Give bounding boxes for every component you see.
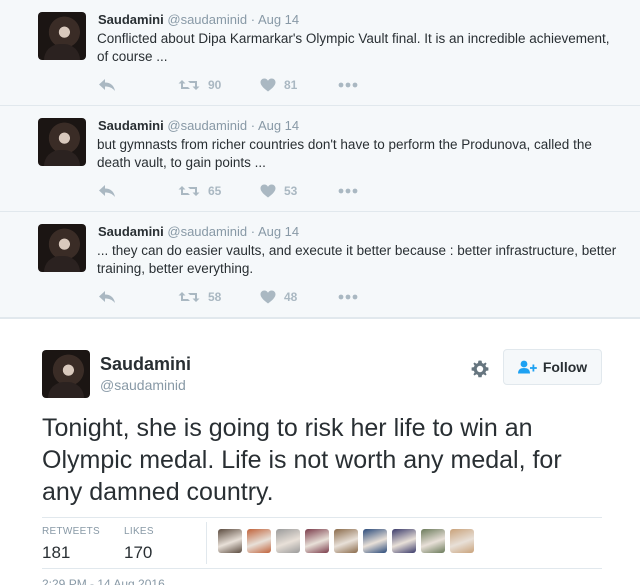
reply-icon [99,185,115,197]
reply-button[interactable] [98,182,116,200]
author-name[interactable]: Saudamini [98,224,164,239]
retweets-stat[interactable]: RETWEETS 181 [42,526,100,563]
author-name[interactable]: Saudamini [98,12,164,27]
more-button[interactable] [338,182,358,200]
liker-avatar[interactable] [450,529,474,553]
heart-icon [260,290,276,304]
heart-icon [260,78,276,92]
heart-icon [260,184,276,198]
reply-button[interactable] [98,288,116,306]
liker-avatar[interactable] [392,529,416,553]
like-count: 48 [284,290,298,304]
retweet-count: 90 [208,78,222,92]
retweet-icon [178,292,200,302]
tweet-header: Saudamini @saudaminid · Aug 14 [98,224,299,239]
tweet-text: ... they can do easier vaults, and execu… [97,243,617,276]
more-button[interactable] [338,288,358,306]
retweets-label: RETWEETS [42,526,100,537]
gear-icon[interactable] [470,359,490,379]
tweet-date[interactable]: Aug 14 [258,118,299,133]
retweet-button[interactable]: 65 [178,182,221,200]
tweet[interactable]: Saudamini @saudaminid · Aug 14 Conflicte… [0,0,640,106]
tweet[interactable]: Saudamini @saudaminid · Aug 14 ... they … [0,212,640,318]
author-name[interactable]: Saudamini [100,354,191,375]
more-dots-icon [338,82,358,88]
tweet-date[interactable]: Aug 14 [258,12,299,27]
tweet-text: but gymnasts from richer countries don't… [97,137,592,170]
tweet-timestamp[interactable]: 2:29 PM - 14 Aug 2016 [42,577,165,585]
liker-avatar[interactable] [276,529,300,553]
liker-avatar[interactable] [334,529,358,553]
author-handle[interactable]: @saudaminid [100,377,186,393]
like-button[interactable]: 53 [260,182,297,200]
conversation-thread: Saudamini @saudaminid · Aug 14 Conflicte… [0,0,640,318]
add-user-icon [517,360,537,374]
liker-avatar[interactable] [247,529,271,553]
avatar[interactable] [38,118,86,166]
like-button[interactable]: 81 [260,76,297,94]
liker-avatar[interactable] [363,529,387,553]
stats-divider [206,522,207,564]
retweet-icon [178,186,200,196]
reply-icon [99,79,115,91]
likes-stat[interactable]: LIKES 170 [124,526,154,563]
reply-icon [99,291,115,303]
more-button[interactable] [338,76,358,94]
retweet-icon [178,80,200,90]
more-dots-icon [338,294,358,300]
separator: · [250,224,256,239]
reply-button[interactable] [98,76,116,94]
liker-avatar[interactable] [421,529,445,553]
tweet-header: Saudamini @saudaminid · Aug 14 [98,12,299,27]
likes-count: 170 [124,543,153,562]
tweet-stats: RETWEETS 181 LIKES 170 [42,517,602,569]
retweets-count: 181 [42,543,71,562]
separator: · [250,118,256,133]
tweet-text: Conflicted about Dipa Karmarkar's Olympi… [97,31,610,64]
tweet-text: Tonight, she is going to risk her life t… [42,414,562,506]
tweet-date[interactable]: Aug 14 [258,224,299,239]
like-count: 81 [284,78,298,92]
retweet-count: 65 [208,184,222,198]
separator: · [250,12,256,27]
author-handle[interactable]: @saudaminid [167,118,247,133]
liker-avatar[interactable] [218,529,242,553]
liker-avatar[interactable] [305,529,329,553]
avatar[interactable] [38,224,86,272]
retweet-button[interactable]: 90 [178,76,221,94]
like-button[interactable]: 48 [260,288,297,306]
permalink-tweet: Saudamini @saudaminid Follow Tonight, sh… [0,318,640,585]
likes-label: LIKES [124,526,154,537]
more-dots-icon [338,188,358,194]
tweet[interactable]: Saudamini @saudaminid · Aug 14 but gymna… [0,106,640,212]
retweet-button[interactable]: 58 [178,288,221,306]
author-handle[interactable]: @saudaminid [167,12,247,27]
follow-label: Follow [542,359,588,375]
retweet-count: 58 [208,290,222,304]
avatar[interactable] [38,12,86,60]
avatar[interactable] [42,350,90,398]
author-handle[interactable]: @saudaminid [167,224,247,239]
author-name[interactable]: Saudamini [98,118,164,133]
follow-button[interactable]: Follow [503,349,602,385]
like-count: 53 [284,184,298,198]
tweet-header: Saudamini @saudaminid · Aug 14 [98,118,299,133]
